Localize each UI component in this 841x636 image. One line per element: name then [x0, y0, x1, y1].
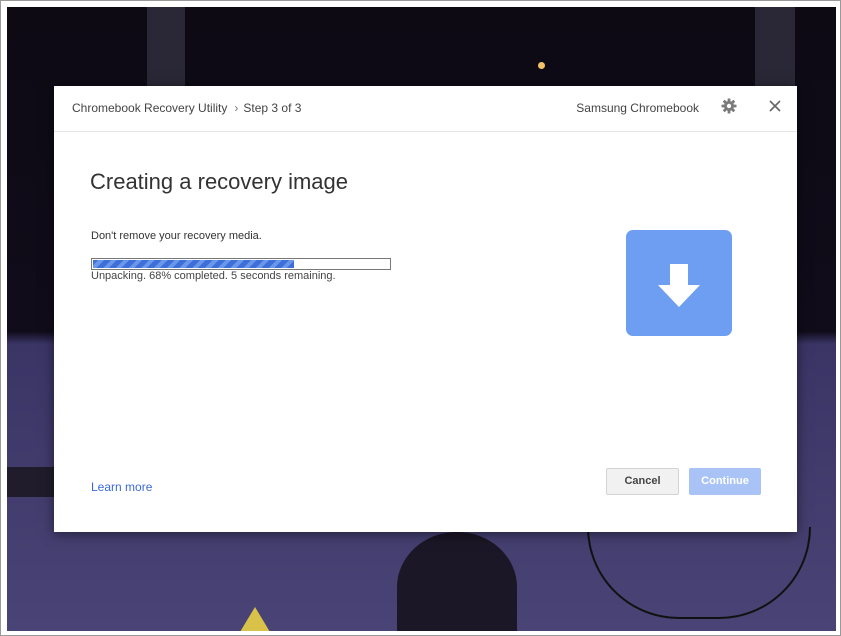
wallpaper-window-right — [755, 7, 795, 97]
wallpaper-leaf — [237, 607, 273, 631]
device-name: Samsung Chromebook — [576, 101, 699, 115]
wallpaper-window-left — [147, 7, 185, 87]
learn-more-link[interactable]: Learn more — [91, 480, 152, 494]
progress-bar — [91, 258, 391, 270]
cancel-button[interactable]: Cancel — [606, 468, 679, 495]
progress-status: Unpacking. 68% completed. 5 seconds rema… — [91, 270, 336, 282]
wallpaper-cable — [587, 527, 811, 619]
continue-button[interactable]: Continue — [689, 468, 761, 495]
recovery-dialog: Chromebook Recovery Utility › Step 3 of 3 … — [54, 86, 797, 532]
wallpaper-light-bulb — [538, 62, 545, 69]
gear-icon[interactable] — [720, 98, 738, 116]
breadcrumb: Chromebook Recovery Utility › Step 3 of 3 — [72, 101, 301, 115]
close-icon[interactable] — [766, 97, 784, 117]
screenshot-frame: Chromebook Recovery Utility › Step 3 of 3 … — [0, 0, 841, 636]
dialog-header: Chromebook Recovery Utility › Step 3 of 3 … — [54, 86, 797, 132]
download-arrow-icon — [658, 264, 700, 307]
wallpaper-vase — [397, 532, 517, 631]
download-illustration — [626, 230, 732, 336]
instruction-text: Don't remove your recovery media. — [91, 230, 262, 242]
page-title: Creating a recovery image — [90, 169, 349, 194]
breadcrumb-separator: › — [234, 101, 239, 115]
breadcrumb-app-name: Chromebook Recovery Utility — [72, 101, 228, 115]
breadcrumb-step: Step 3 of 3 — [243, 101, 302, 115]
progress-bar-fill — [93, 260, 294, 268]
